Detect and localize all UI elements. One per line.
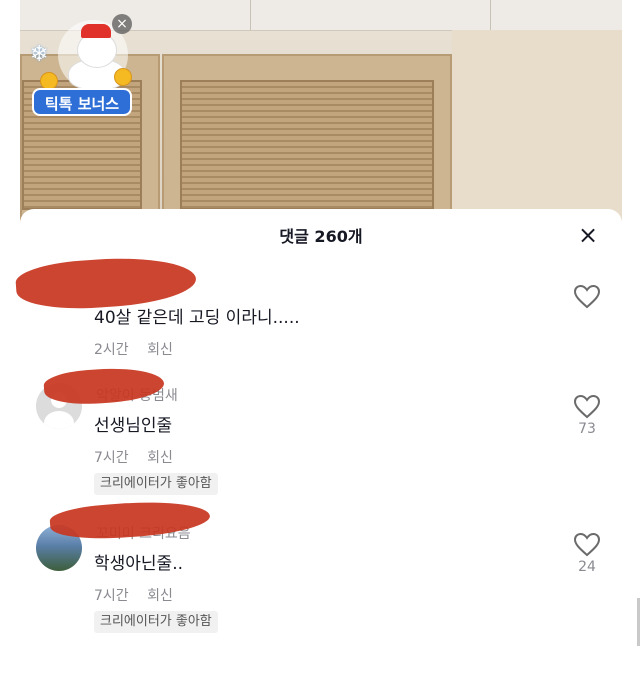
bonus-close-button[interactable]: × <box>112 14 132 34</box>
coin-icon <box>114 68 132 86</box>
comment-item: 꼬미미 크리요음 학생아닌줄.. 7시간 회신 크리에이터가 좋아함 24 <box>20 497 622 643</box>
comment-time: 2시간 <box>94 342 129 358</box>
louver-panel <box>180 80 434 210</box>
comment-time: 7시간 <box>94 450 129 466</box>
like-button[interactable]: 24 <box>572 533 602 575</box>
ceiling-seam <box>250 0 251 30</box>
comments-count-title: 댓글 260개 <box>279 227 363 246</box>
bonus-label: 틱톡 보너스 <box>32 88 132 116</box>
comment-meta: 2시간 회신 <box>94 339 187 359</box>
creator-liked-badge: 크리에이터가 좋아함 <box>94 473 218 495</box>
snowflake-icon: ❄ <box>30 42 49 67</box>
wall <box>452 30 622 230</box>
creator-liked-badge: 크리에이터가 좋아함 <box>94 611 218 633</box>
cabinet-door <box>162 54 452 230</box>
tiktok-bonus-widget[interactable]: ❄ × 틱톡 보너스 <box>28 12 136 124</box>
heart-outline-icon <box>574 533 600 557</box>
like-button[interactable] <box>572 285 602 309</box>
comment-item: 40살 같은데 고딩 이라니..... 2시간 회신 <box>14 252 622 365</box>
reply-button[interactable]: 회신 <box>147 342 173 358</box>
heart-outline-icon <box>574 395 600 419</box>
reply-button[interactable]: 회신 <box>147 588 173 604</box>
like-button[interactable]: 73 <box>572 395 602 437</box>
reply-button[interactable]: 회신 <box>147 450 173 466</box>
comment-text: 선생님인줄 <box>94 416 173 436</box>
comments-header: 댓글 260개 × <box>20 209 622 265</box>
snowman-hat <box>81 24 111 38</box>
comment-text: 40살 같은데 고딩 이라니..... <box>94 308 300 328</box>
like-count: 73 <box>578 421 596 437</box>
like-count: 24 <box>578 559 596 575</box>
comments-sheet: 댓글 260개 × 40살 같은데 고딩 이라니..... 2시간 회신 악알이… <box>14 209 622 649</box>
comment-meta: 7시간 회신 <box>94 447 187 467</box>
ceiling-seam <box>490 0 491 30</box>
comment-item: 악알이 동범새 선생님인줄 7시간 회신 크리에이터가 좋아함 73 <box>20 364 622 505</box>
comment-text: 학생아닌줄.. <box>94 554 184 574</box>
close-icon[interactable]: × <box>574 221 602 249</box>
comment-meta: 7시간 회신 <box>94 585 187 605</box>
heart-outline-icon <box>574 285 600 309</box>
comment-time: 7시간 <box>94 588 129 604</box>
